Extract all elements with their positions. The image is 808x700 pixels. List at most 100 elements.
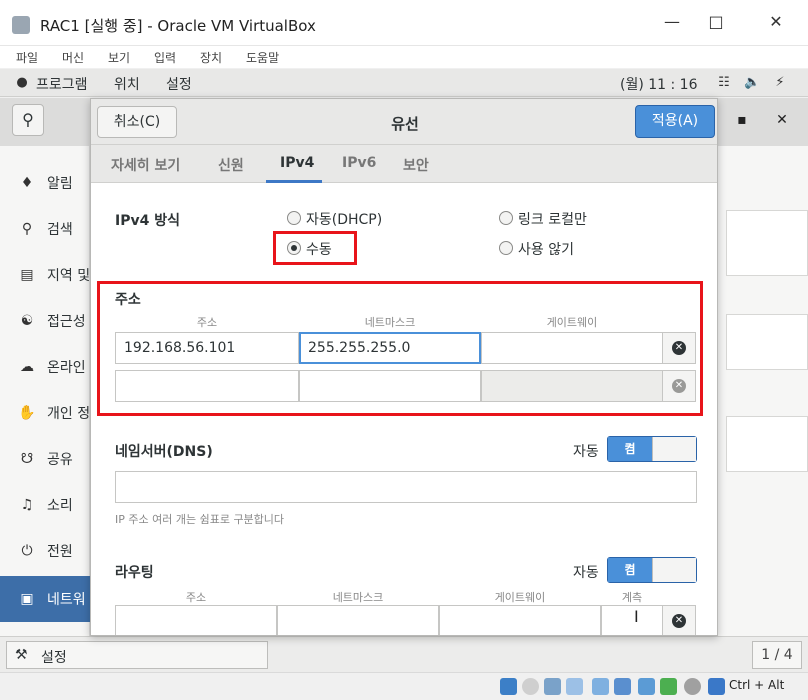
tab-details[interactable]: 자세히 보기 <box>111 155 180 175</box>
dialog-title: 유선 <box>391 115 419 133</box>
tab-security[interactable]: 보안 <box>403 155 429 175</box>
shared-folder-icon[interactable] <box>614 678 631 695</box>
share-icon: ☋ <box>20 451 34 467</box>
tab-ipv4[interactable]: IPv4 <box>280 155 314 171</box>
radio-link-local-label[interactable]: 링크 로컬만 <box>518 209 587 229</box>
radio-dhcp-label[interactable]: 자동(DHCP) <box>306 209 382 229</box>
netmask-input[interactable] <box>299 370 481 402</box>
settings-close-icon[interactable]: ✕ <box>772 110 792 130</box>
radio-disable[interactable] <box>499 241 513 255</box>
maximize-icon[interactable]: □ <box>704 10 728 34</box>
radio-dhcp[interactable] <box>287 211 301 225</box>
minimize-icon[interactable]: — <box>660 10 684 34</box>
accessibility-icon: ☯ <box>20 313 34 329</box>
gateway-input[interactable] <box>481 370 663 402</box>
bell-icon: ♦ <box>20 175 34 191</box>
delete-address-button[interactable]: ✕ <box>662 370 696 402</box>
volume-icon[interactable]: 🔈 <box>744 75 760 91</box>
network-wired-icon[interactable]: ☷ <box>716 75 732 91</box>
dns-hint: IP 주소 여러 개는 쉼표로 구분합니다 <box>115 513 285 526</box>
network-adapter-icon[interactable] <box>566 678 583 695</box>
sidebar-item-region[interactable]: ▤ 지역 및 <box>0 252 90 298</box>
menu-view[interactable]: 보기 <box>108 49 130 66</box>
dialog-header: 취소(C) 유선 적용(A) <box>91 99 717 145</box>
gateway-input[interactable] <box>481 332 663 364</box>
mouse-integration-icon[interactable] <box>684 678 701 695</box>
usb-icon[interactable] <box>592 678 609 695</box>
online-accounts-icon: ☁ <box>20 359 34 375</box>
delete-address-button[interactable]: ✕ <box>662 332 696 364</box>
apply-button[interactable]: 적용(A) <box>635 105 715 138</box>
menu-help[interactable]: 도움말 <box>246 49 279 66</box>
menu-devices[interactable]: 장치 <box>200 49 222 66</box>
optical-disk-icon[interactable] <box>522 678 539 695</box>
route-address-input[interactable] <box>115 605 277 635</box>
dns-label: 네임서버(DNS) <box>115 444 213 460</box>
gateway-col-header: 게이트웨이 <box>546 316 598 329</box>
delete-route-button[interactable]: ✕ <box>662 605 696 635</box>
route-netmask-input[interactable] <box>277 605 439 635</box>
address-input[interactable]: 192.168.56.101 <box>115 332 299 364</box>
routing-label: 라우팅 <box>115 565 154 581</box>
bottom-bar: ⚒ 설정 1 / 4 <box>0 636 808 672</box>
sidebar-item-power[interactable]: ⏻ 전원 <box>0 528 90 574</box>
sidebar-item-network[interactable]: ▣ 네트워 <box>0 576 90 622</box>
places-menu[interactable]: 위치 <box>114 74 140 94</box>
audio-icon[interactable] <box>544 678 561 695</box>
route-gateway-input[interactable] <box>439 605 601 635</box>
routing-auto-label: 자동 <box>573 565 599 581</box>
menu-machine[interactable]: 머신 <box>62 49 84 66</box>
clear-icon: ✕ <box>672 614 686 628</box>
tab-ipv6[interactable]: IPv6 <box>342 155 376 171</box>
settings-menu[interactable]: 설정 <box>166 74 192 94</box>
workspace-pager[interactable]: 1 / 4 <box>752 641 802 669</box>
address-input[interactable] <box>115 370 299 402</box>
radio-manual[interactable] <box>287 241 301 255</box>
clock[interactable]: (월) 11 : 16 <box>620 74 698 94</box>
routing-auto-switch[interactable]: 켬 <box>607 557 697 583</box>
active-tab-indicator <box>266 180 322 183</box>
power-icon: ⏻ <box>21 543 33 559</box>
clear-icon: ✕ <box>672 341 686 355</box>
programs-menu[interactable]: 프로그램 <box>36 74 88 94</box>
tab-identity[interactable]: 신원 <box>218 155 244 175</box>
sidebar-item-accessibility[interactable]: ☯ 접근성 <box>0 298 90 344</box>
menu-input[interactable]: 입력 <box>154 49 176 66</box>
switch-knob <box>652 437 696 461</box>
network-card <box>726 314 808 370</box>
route-metric-input[interactable] <box>601 605 663 635</box>
sidebar-item-sharing[interactable]: ☋ 공유 <box>0 436 90 482</box>
scrollbar[interactable] <box>717 185 718 585</box>
sidebar-item-sound[interactable]: ♫ 소리 <box>0 482 90 528</box>
vbox-menubar: 파일 머신 보기 입력 장치 도움말 <box>0 46 808 68</box>
recording-icon[interactable] <box>660 678 677 695</box>
battery-icon[interactable]: ⚡ <box>772 75 788 91</box>
ipv4-method-label: IPv4 방식 <box>115 213 180 229</box>
close-icon[interactable]: ✕ <box>764 10 788 34</box>
menu-file[interactable]: 파일 <box>16 49 38 66</box>
search-icon: ⚲ <box>21 221 33 237</box>
sidebar-item-search[interactable]: ⚲ 검색 <box>0 206 90 252</box>
sidebar-item-online-accounts[interactable]: ☁ 온라인 <box>0 344 90 390</box>
network-card <box>726 416 808 472</box>
dns-auto-switch[interactable]: 켬 <box>607 436 697 462</box>
radio-disable-label[interactable]: 사용 않기 <box>518 239 574 259</box>
dns-input[interactable] <box>115 471 697 503</box>
app-menu-icon: ● <box>16 75 28 90</box>
taskbar-settings-button[interactable]: ⚒ 설정 <box>6 641 268 669</box>
host-key-arrow-icon[interactable] <box>708 678 725 695</box>
network-card <box>726 210 808 276</box>
route-netmask-col-header: 네트마스크 <box>332 591 384 604</box>
search-button[interactable]: ⚲ <box>12 104 44 136</box>
sidebar-item-privacy[interactable]: ✋ 개인 정 <box>0 390 90 436</box>
netmask-input[interactable]: 255.255.255.0 <box>299 332 481 364</box>
radio-manual-label[interactable]: 수동 <box>306 239 332 259</box>
clear-icon: ✕ <box>672 379 686 393</box>
restore-icon[interactable]: ▪ <box>732 110 752 130</box>
search-icon: ⚲ <box>22 110 34 129</box>
radio-link-local[interactable] <box>499 211 513 225</box>
display-icon[interactable] <box>638 678 655 695</box>
hard-disk-icon[interactable] <box>500 678 517 695</box>
sidebar-item-notifications[interactable]: ♦ 알림 <box>0 160 90 206</box>
window-title: RAC1 [실행 중] - Oracle VM VirtualBox <box>40 17 316 35</box>
